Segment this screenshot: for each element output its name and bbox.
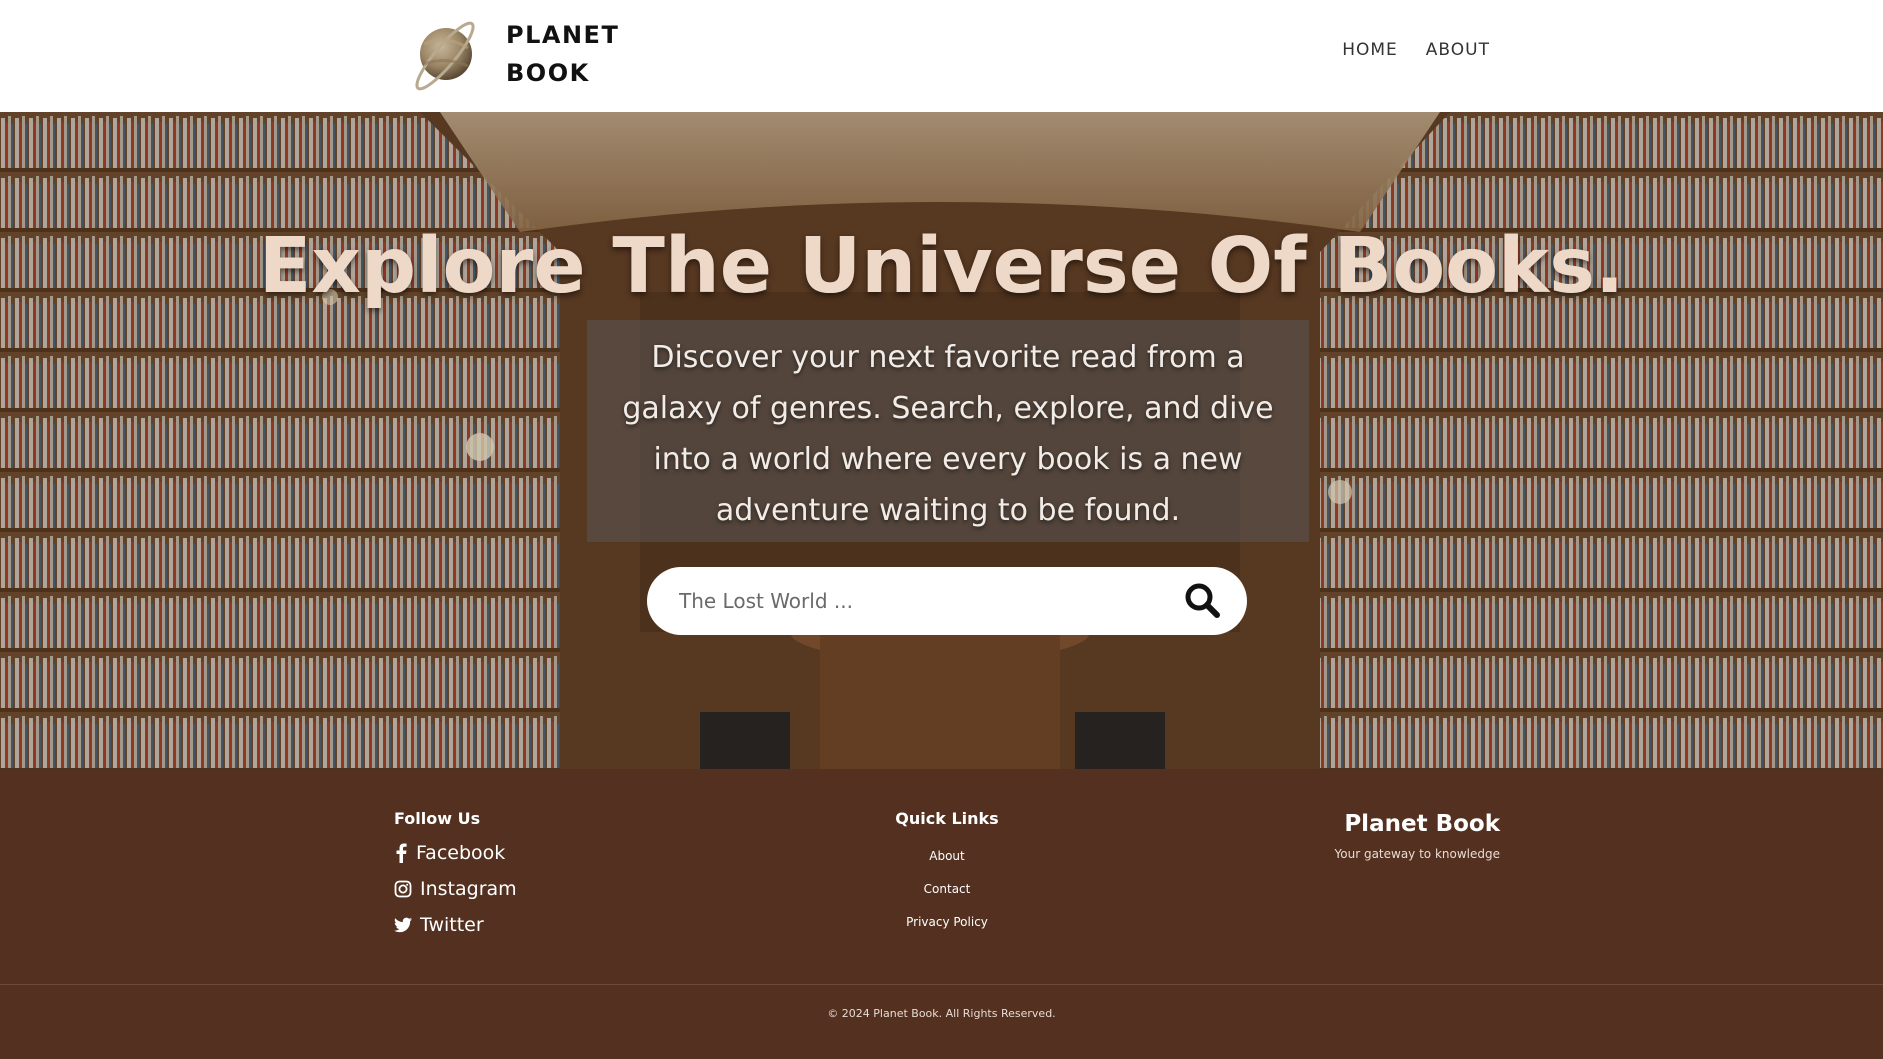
quick-link-about[interactable]: About [847, 849, 1047, 863]
quick-link-contact[interactable]: Contact [847, 882, 1047, 896]
social-label: Instagram [420, 878, 517, 900]
facebook-icon [396, 843, 407, 863]
main-nav: HOME ABOUT [1342, 40, 1490, 60]
quick-links-section: Quick Links About Contact Privacy Policy [847, 809, 1047, 929]
hero-title: Explore The Universe Of Books. [258, 222, 1625, 311]
search-input[interactable] [679, 581, 1159, 621]
footer-brand-title: Planet Book [1344, 811, 1500, 837]
hero-section: Explore The Universe Of Books. Discover … [0, 112, 1883, 769]
search-bar [647, 567, 1247, 635]
search-button[interactable] [1183, 581, 1223, 621]
footer-brand-tagline: Your gateway to knowledge [1334, 847, 1500, 861]
social-label: Facebook [416, 842, 506, 864]
footer-divider [0, 984, 1883, 985]
follow-us-heading: Follow Us [394, 809, 481, 828]
twitter-icon [394, 917, 412, 933]
copyright-text: © 2024 Planet Book. All Rights Reserved. [827, 1007, 1056, 1020]
site-header: PLANET BOOK HOME ABOUT [0, 0, 1883, 112]
social-link-facebook[interactable]: Facebook [394, 842, 517, 864]
search-icon [1185, 583, 1220, 618]
footer-brand: Planet Book Your gateway to knowledge [1335, 811, 1500, 861]
planet-logo-icon[interactable] [404, 14, 486, 94]
nav-home[interactable]: HOME [1342, 40, 1398, 60]
hero-description: Discover your next favorite read from a … [587, 320, 1309, 542]
site-footer: Follow Us Facebook Instagram Twitter Qui… [0, 769, 1883, 1059]
social-label: Twitter [420, 914, 484, 936]
follow-us-section: Follow Us Facebook Instagram Twitter [394, 809, 517, 936]
quick-link-privacy-policy[interactable]: Privacy Policy [847, 915, 1047, 929]
quick-links-heading: Quick Links [895, 809, 999, 828]
social-link-instagram[interactable]: Instagram [394, 878, 517, 900]
brand-line-1: PLANET [506, 21, 620, 49]
instagram-icon [394, 880, 412, 898]
nav-about[interactable]: ABOUT [1426, 40, 1490, 60]
brand-line-2: BOOK [506, 59, 590, 87]
brand-name[interactable]: PLANET BOOK [506, 16, 619, 92]
social-link-twitter[interactable]: Twitter [394, 914, 517, 936]
